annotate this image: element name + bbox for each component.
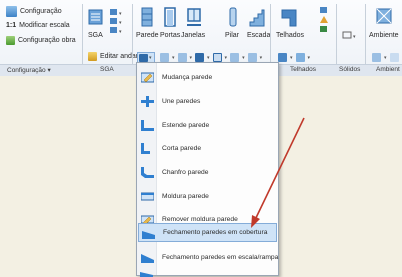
ambiente-options-icon[interactable]: [389, 53, 399, 62]
roof-small-tools-icon[interactable]: [318, 6, 336, 36]
join-walls-icon: [141, 96, 154, 107]
modificar-escala-label: Modificar escala: [19, 22, 70, 29]
window-icon[interactable]: [186, 6, 202, 28]
wall-edit-icon: [139, 54, 148, 62]
stair-ramp-closure-icon: [141, 254, 154, 263]
edit-ramp-icon[interactable]: [247, 53, 257, 62]
sga-button[interactable]: SGA: [88, 31, 103, 40]
edit-roof-icon[interactable]: [278, 53, 287, 62]
wall-change-icon: [141, 72, 154, 83]
sga-icon[interactable]: [88, 8, 104, 26]
menu-item-label: Fechamento paredes em escala/rampa: [162, 254, 279, 261]
menu-item-mudanca-parede[interactable]: Mudança parede: [138, 68, 277, 87]
ambiente-small-tools-row: ▾: [372, 53, 399, 62]
pilar-button[interactable]: Pilar: [225, 31, 239, 40]
surface-dropdown-icon[interactable]: ▾: [342, 30, 358, 40]
extend-wall-icon: [141, 120, 154, 131]
modificar-escala-button[interactable]: 1:1 Modificar escala: [6, 22, 70, 29]
door-icon[interactable]: [163, 6, 177, 28]
configuracao-group-label[interactable]: Configuração ▾: [7, 66, 51, 74]
roof-icon[interactable]: [280, 6, 302, 28]
edit-floor-icon: [88, 52, 97, 61]
configuration-icon: [6, 6, 17, 17]
menu-item-label: Une paredes: [162, 98, 201, 105]
chamfer-wall-icon: [141, 167, 154, 178]
menu-item-label: Estende parede: [162, 122, 210, 129]
edit-stairs-icon[interactable]: [230, 53, 240, 62]
chevron-down-icon: ▾: [149, 55, 152, 61]
pillar-icon[interactable]: [227, 6, 239, 28]
portas-button[interactable]: Portas: [160, 31, 180, 40]
roof-small-tools-row: ▾ ▾: [278, 53, 310, 62]
parede-button[interactable]: Parede: [136, 31, 159, 40]
menu-item-une-paredes[interactable]: Une paredes: [138, 92, 277, 111]
ambiente-button[interactable]: Ambiente: [369, 31, 399, 40]
menu-item-label: Remover moldura parede: [162, 216, 238, 223]
janelas-button[interactable]: Janelas: [181, 31, 205, 40]
configuracao-button[interactable]: Configuração: [6, 6, 62, 17]
annotation-arrow: [251, 117, 305, 228]
stairs-icon[interactable]: [249, 6, 265, 28]
menu-item-label: Chanfro parede: [162, 169, 209, 176]
parede-icon[interactable]: [140, 6, 154, 28]
ambiente-group-label: Ambient: [376, 66, 400, 73]
telhados-button[interactable]: Telhados: [276, 31, 304, 40]
edit-opening-icon[interactable]: [195, 53, 205, 62]
menu-item-fechamento-paredes-escala-rampa[interactable]: Fechamento paredes em escala/rampa: [138, 248, 279, 267]
menu-item-label: Moldura parede: [162, 193, 209, 200]
scale-prefix-label: 1:1: [6, 22, 17, 29]
roof-wall-closure-icon: [142, 231, 155, 239]
wall-molding-icon: [141, 192, 154, 201]
edit-door-icon[interactable]: [160, 53, 169, 62]
wall-small-tools-row: ▾ ▾ ▾ ▾ ▾ ▾: [160, 53, 262, 62]
editar-andar-button[interactable]: Editar andar: [88, 52, 138, 61]
sga-small-tools-icon[interactable]: ▾ ▾ ▾: [108, 8, 126, 36]
svg-text:▾: ▾: [119, 29, 122, 35]
sga-group-label: SGA: [100, 66, 114, 73]
ambiente-icon[interactable]: [375, 6, 393, 28]
telhados-group-label: Telhados: [290, 66, 317, 73]
configuracao-obra-button[interactable]: Configuração obra: [6, 36, 76, 45]
roof-element-icon[interactable]: [295, 53, 305, 62]
project-config-icon: [6, 36, 15, 45]
configuracao-obra-label: Configuração obra: [18, 37, 76, 44]
edit-pillar-icon[interactable]: [212, 53, 222, 62]
configuracao-label: Configuração: [20, 8, 62, 15]
solidos-group-label: Sólidos: [339, 66, 361, 73]
escada-button[interactable]: Escada: [247, 31, 270, 40]
svg-text:▾: ▾: [119, 20, 122, 26]
menu-item-label: Mudança parede: [162, 74, 213, 81]
svg-text:▾: ▾: [353, 34, 356, 40]
menu-item-label: Corta parede: [162, 145, 202, 152]
edit-ambiente-icon[interactable]: [372, 53, 381, 62]
cut-wall-icon: [141, 143, 150, 154]
edit-window-icon[interactable]: [177, 53, 187, 62]
svg-text:▾: ▾: [119, 11, 122, 17]
